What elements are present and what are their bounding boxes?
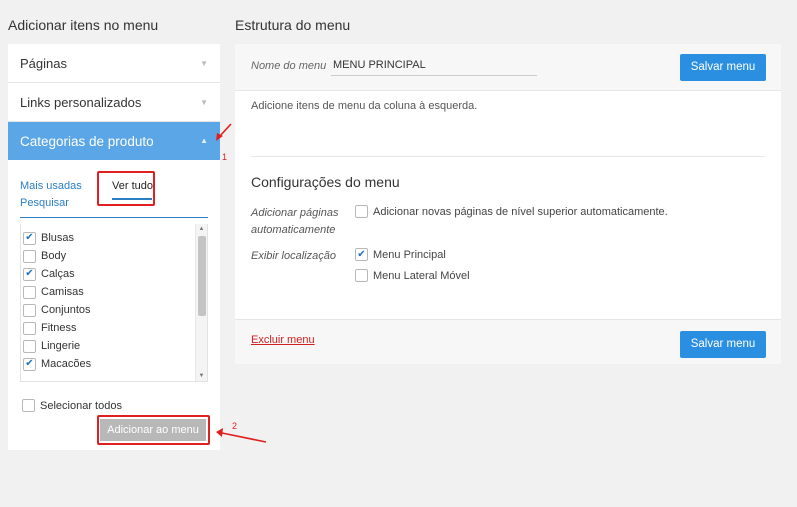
tab-search[interactable]: Pesquisar [20,197,69,209]
annotation-number: 1 [222,152,228,162]
menu-name-input[interactable] [331,54,537,76]
add-items-title: Adicionar itens no menu [8,17,159,33]
tabs-divider [20,217,208,218]
menu-structure-panel: Nome do menu Salvar menu Adicione itens … [235,44,781,364]
annotation-number: 2 [232,421,238,431]
categories-body: Mais usadas Pesquisar Ver tudo ✔ Blusas … [8,160,220,450]
list-item[interactable]: ✔ Calças [23,266,75,282]
divider [251,156,765,157]
category-checkbox[interactable] [23,249,36,263]
list-item[interactable]: Fitness [23,320,76,336]
list-scrollbar[interactable]: ▲ ▼ [195,224,207,381]
add-to-menu-button[interactable]: Adicionar ao menu [100,419,206,441]
category-label: Lingerie [41,340,81,352]
category-checkbox[interactable] [23,303,36,317]
location-checkbox[interactable]: ✔ [355,248,368,261]
chevron-down-icon: ▼ [200,59,208,68]
category-label: Blusas [41,232,75,244]
category-checkbox[interactable]: ✔ [23,267,36,281]
menu-structure-title: Estrutura do menu [235,17,351,33]
auto-add-checkbox[interactable] [355,205,368,218]
menu-header: Nome do menu Salvar menu [235,44,781,91]
list-item[interactable]: Lingerie [23,338,80,354]
category-list[interactable]: ✔ Blusas Body ✔ Calças Camisas Conjuntos [20,224,208,382]
location-option-main[interactable]: ✔ Menu Principal [355,248,446,261]
category-checkbox[interactable] [23,285,36,299]
location-option-label: Menu Principal [373,248,446,261]
menu-settings-title: Configurações do menu [251,174,400,190]
list-item[interactable]: ✔ Blusas [23,230,74,246]
menu-footer: Excluir menu Salvar menu [235,319,781,364]
scroll-down-icon[interactable]: ▼ [196,373,207,379]
auto-add-label: Adicionar páginas automaticamente [251,205,338,239]
location-checkbox[interactable] [355,269,368,282]
accordion-label: Páginas [20,56,67,71]
chevron-up-icon: ▲ [200,136,208,145]
auto-add-option[interactable]: Adicionar novas páginas de nível superio… [355,205,668,218]
category-label: Macacões [41,358,92,370]
category-label: Fitness [41,322,77,334]
view-all-highlight [97,171,155,206]
add-items-panel: Páginas ▼ Links personalizados ▼ Categor… [8,44,220,450]
category-checkbox[interactable] [23,339,36,353]
category-label: Camisas [41,286,84,298]
list-item[interactable]: Camisas [23,284,84,300]
list-item[interactable]: Conjuntos [23,302,91,318]
chevron-down-icon: ▼ [200,98,208,107]
save-menu-button[interactable]: Salvar menu [680,54,766,81]
location-label: Exibir localização [251,250,336,262]
list-item[interactable]: Body [23,248,66,264]
category-checkbox[interactable]: ✔ [23,231,36,245]
scroll-up-icon[interactable]: ▲ [196,226,207,232]
category-label: Conjuntos [41,304,91,316]
accordion-custom-links[interactable]: Links personalizados ▼ [8,83,220,122]
select-all[interactable]: Selecionar todos [22,399,122,412]
category-checkbox[interactable]: ✔ [23,357,36,371]
accordion-product-categories[interactable]: Categorias de produto ▲ [8,122,220,160]
select-all-checkbox[interactable] [22,399,35,412]
accordion-label: Categorias de produto [20,134,154,149]
accordion-label: Links personalizados [20,95,142,110]
auto-add-option-label: Adicionar novas páginas de nível superio… [373,205,668,218]
arrow-icon [216,428,267,443]
select-all-label: Selecionar todos [40,399,122,412]
tab-most-used[interactable]: Mais usadas [20,180,82,192]
menu-instructions: Adicione itens de menu da coluna à esque… [251,100,478,112]
auto-add-label-line: Adicionar páginas [251,207,339,219]
location-option-mobile[interactable]: Menu Lateral Móvel [355,269,470,282]
menu-name-label: Nome do menu [251,60,327,72]
list-item[interactable]: ✔ Macacões [23,356,91,372]
save-menu-button[interactable]: Salvar menu [680,331,766,358]
accordion-pages[interactable]: Páginas ▼ [8,44,220,83]
category-checkbox[interactable] [23,321,36,335]
scroll-thumb[interactable] [198,236,206,316]
category-label: Body [41,250,67,262]
category-label: Calças [41,268,75,280]
location-option-label: Menu Lateral Móvel [373,269,470,282]
auto-add-label-line: automaticamente [251,224,336,236]
delete-menu-link[interactable]: Excluir menu [251,334,315,346]
